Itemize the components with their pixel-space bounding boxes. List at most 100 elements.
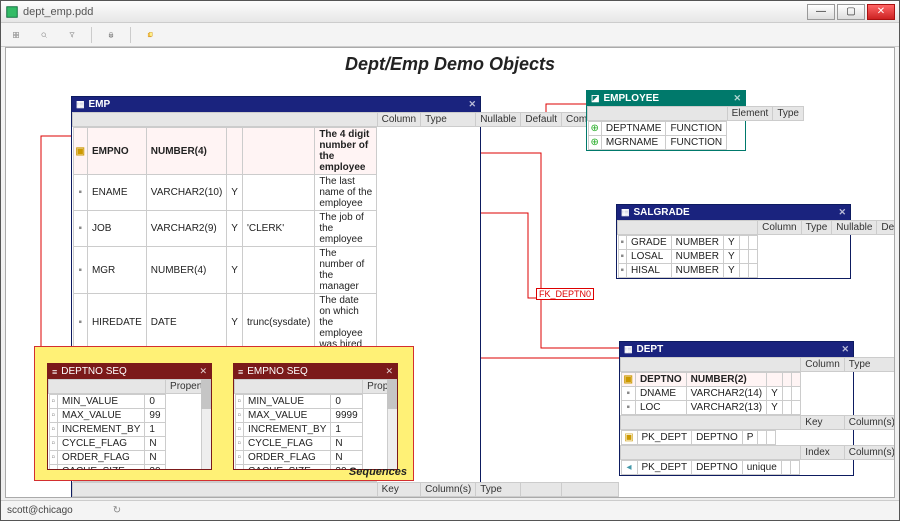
table-row[interactable]: ▫ORDER_FLAGN [49,451,165,465]
entity-emp-title: EMP [89,99,111,110]
sequence-deptno[interactable]: ≡ DEPTNO SEQ ✕ Property Value ▫MIN_VALUE… [47,363,212,470]
close-button[interactable]: ✕ [867,4,895,20]
entity-dept-title: DEPT [637,344,664,355]
table-row[interactable]: ▫MIN_VALUE0 [235,395,362,409]
property-icon: ▫ [238,424,242,435]
minimize-button[interactable]: — [807,4,835,20]
print-icon[interactable] [102,26,120,44]
col-icon: ▪ [78,317,82,328]
scrollbar-thumb[interactable] [201,379,211,409]
close-icon[interactable]: ✕ [468,99,476,110]
sequence-deptno-title: DEPTNO SEQ [61,366,127,377]
table-row[interactable]: ▪HISALNUMBERY [618,264,757,278]
row-icon: ⊕ [591,137,599,148]
cell [748,250,757,264]
close-icon[interactable]: ✕ [841,344,849,355]
entity-emp-header[interactable]: ▦ EMP ✕ [72,97,480,112]
table-row[interactable]: ▫CYCLE_FLAGN [235,437,362,451]
cell [758,431,767,445]
property-icon: ▫ [238,410,242,421]
maximize-button[interactable]: ▢ [837,4,865,20]
table-row[interactable]: ▫CACHE_SIZE20 [235,465,362,470]
grid-icon[interactable] [7,26,25,44]
table-row[interactable]: ⊕DEPTNAMEFUNCTION [588,122,727,136]
cell-type: FUNCTION [666,136,727,150]
property-icon: ▫ [49,409,58,423]
table-row[interactable]: ▫MAX_VALUE9999 [235,409,362,423]
copy-icon[interactable] [141,26,159,44]
package-icon: ◪ [591,93,600,104]
entity-salgrade-header[interactable]: ▦ SALGRADE ✕ [617,205,850,220]
table-row[interactable]: ▫MIN_VALUE0 [49,395,165,409]
close-icon[interactable]: ✕ [385,366,393,377]
table-row[interactable]: ▪ENAMEVARCHAR2(10)YThe last name of the … [73,175,377,211]
table-row[interactable]: ▣DEPTNONUMBER(2) [621,373,800,387]
sequence-empno[interactable]: ≡ EMPNO SEQ ✕ Property Value ▫MIN_VALUE0… [233,363,398,470]
table-row[interactable]: ◂PK_DEPTDEPTNOunique [621,461,799,475]
property-name: ORDER_FLAG [244,451,331,465]
sequence-icon: ≡ [238,367,243,377]
entity-salgrade[interactable]: ▦ SALGRADE ✕ Column Type Nullable Defaul… [616,204,851,279]
column-nullable: Y [227,211,243,247]
sequences-group[interactable]: ≡ DEPTNO SEQ ✕ Property Value ▫MIN_VALUE… [34,346,414,481]
table-row[interactable]: ▫ORDER_FLAGN [235,451,362,465]
entity-dept-body: Column Type Nullable Default Comments ▣D… [620,357,895,475]
table-row[interactable]: ▣EMPNONUMBER(4)The 4 digit number of the… [73,128,377,175]
pk-icon: ▣ [624,432,633,443]
header-col: Column [801,358,844,372]
filter-icon[interactable] [63,26,81,44]
entity-dept[interactable]: ▦ DEPT ✕ Column Type Nullable Default Co… [619,341,854,476]
table-row[interactable]: ▪MGRNUMBER(4)YThe number of the manager [73,247,377,294]
column-name: EMPNO [87,128,146,175]
property-value: 1 [331,423,362,437]
table-row[interactable]: ▫MAX_VALUE99 [49,409,165,423]
table-row[interactable]: ⊕MGRNAMEFUNCTION [588,136,727,150]
table-row[interactable]: ▫CYCLE_FLAGN [49,437,165,451]
table-row[interactable]: ▪LOSALNUMBERY [618,250,757,264]
property-name: MIN_VALUE [244,395,331,409]
property-icon: ▫ [235,395,244,409]
zoom-icon[interactable] [35,26,53,44]
status-refresh-icon[interactable]: ↻ [113,505,121,516]
table-row[interactable]: ▪LOCVARCHAR2(13)Y [621,401,800,415]
sequence-deptno-header[interactable]: ≡ DEPTNO SEQ ✕ [48,364,211,379]
column-type: NUMBER(4) [146,247,227,294]
column-icon: ▪ [618,264,627,278]
scrollbar-thumb[interactable] [387,379,397,409]
table-row[interactable]: ▪DNAMEVARCHAR2(14)Y [621,387,800,401]
header-def: Default [877,221,895,235]
table-row[interactable]: ▫INCREMENT_BY1 [235,423,362,437]
cell [748,264,757,278]
close-icon[interactable]: ✕ [838,207,846,218]
column-name: HIREDATE [87,294,146,352]
key-type: P [209,498,225,499]
cell [748,236,757,250]
row-icon: ⊕ [588,136,601,150]
header-default: Default [521,113,562,127]
table-icon: ▦ [621,207,630,218]
table-row[interactable]: ▣PK_EMPEMPNOP [73,498,243,499]
property-icon: ▫ [52,424,56,435]
entity-dept-header[interactable]: ▦ DEPT ✕ [620,342,853,357]
entity-employee-header[interactable]: ◪ EMPLOYEE ✕ [587,91,745,106]
table-row[interactable]: ▫INCREMENT_BY1 [49,423,165,437]
col-icon: ▪ [621,237,625,248]
table-row[interactable]: ▪HIREDATEDATEYtrunc(sysdate)The date on … [73,294,377,352]
key-icon: ▣ [73,498,89,499]
property-value: 1 [145,423,165,437]
close-icon[interactable]: ✕ [733,93,741,104]
table-row[interactable]: ▪JOBVARCHAR2(9)Y'CLERK'The job of the em… [73,211,377,247]
window-buttons: — ▢ ✕ [807,4,895,20]
scrollbar[interactable] [387,379,397,469]
scrollbar[interactable] [201,379,211,469]
close-icon[interactable]: ✕ [199,366,207,377]
table-row[interactable]: ▪GRADENUMBERY [618,236,757,250]
col-null: Y [723,264,739,278]
table-row[interactable]: ▫CACHE_SIZE20 [49,465,165,470]
sequence-empno-header[interactable]: ≡ EMPNO SEQ ✕ [234,364,397,379]
cell [782,373,791,387]
diagram-canvas[interactable]: Dept/Emp Demo Objects ▦ EMP ✕ Co [6,48,894,497]
entity-employee[interactable]: ◪ EMPLOYEE ✕ Element Type ⊕DEPTNAMEFUNCT… [586,90,746,151]
table-row[interactable]: ▣PK_DEPTDEPTNOP [621,431,776,445]
sequence-icon: ≡ [52,367,57,377]
